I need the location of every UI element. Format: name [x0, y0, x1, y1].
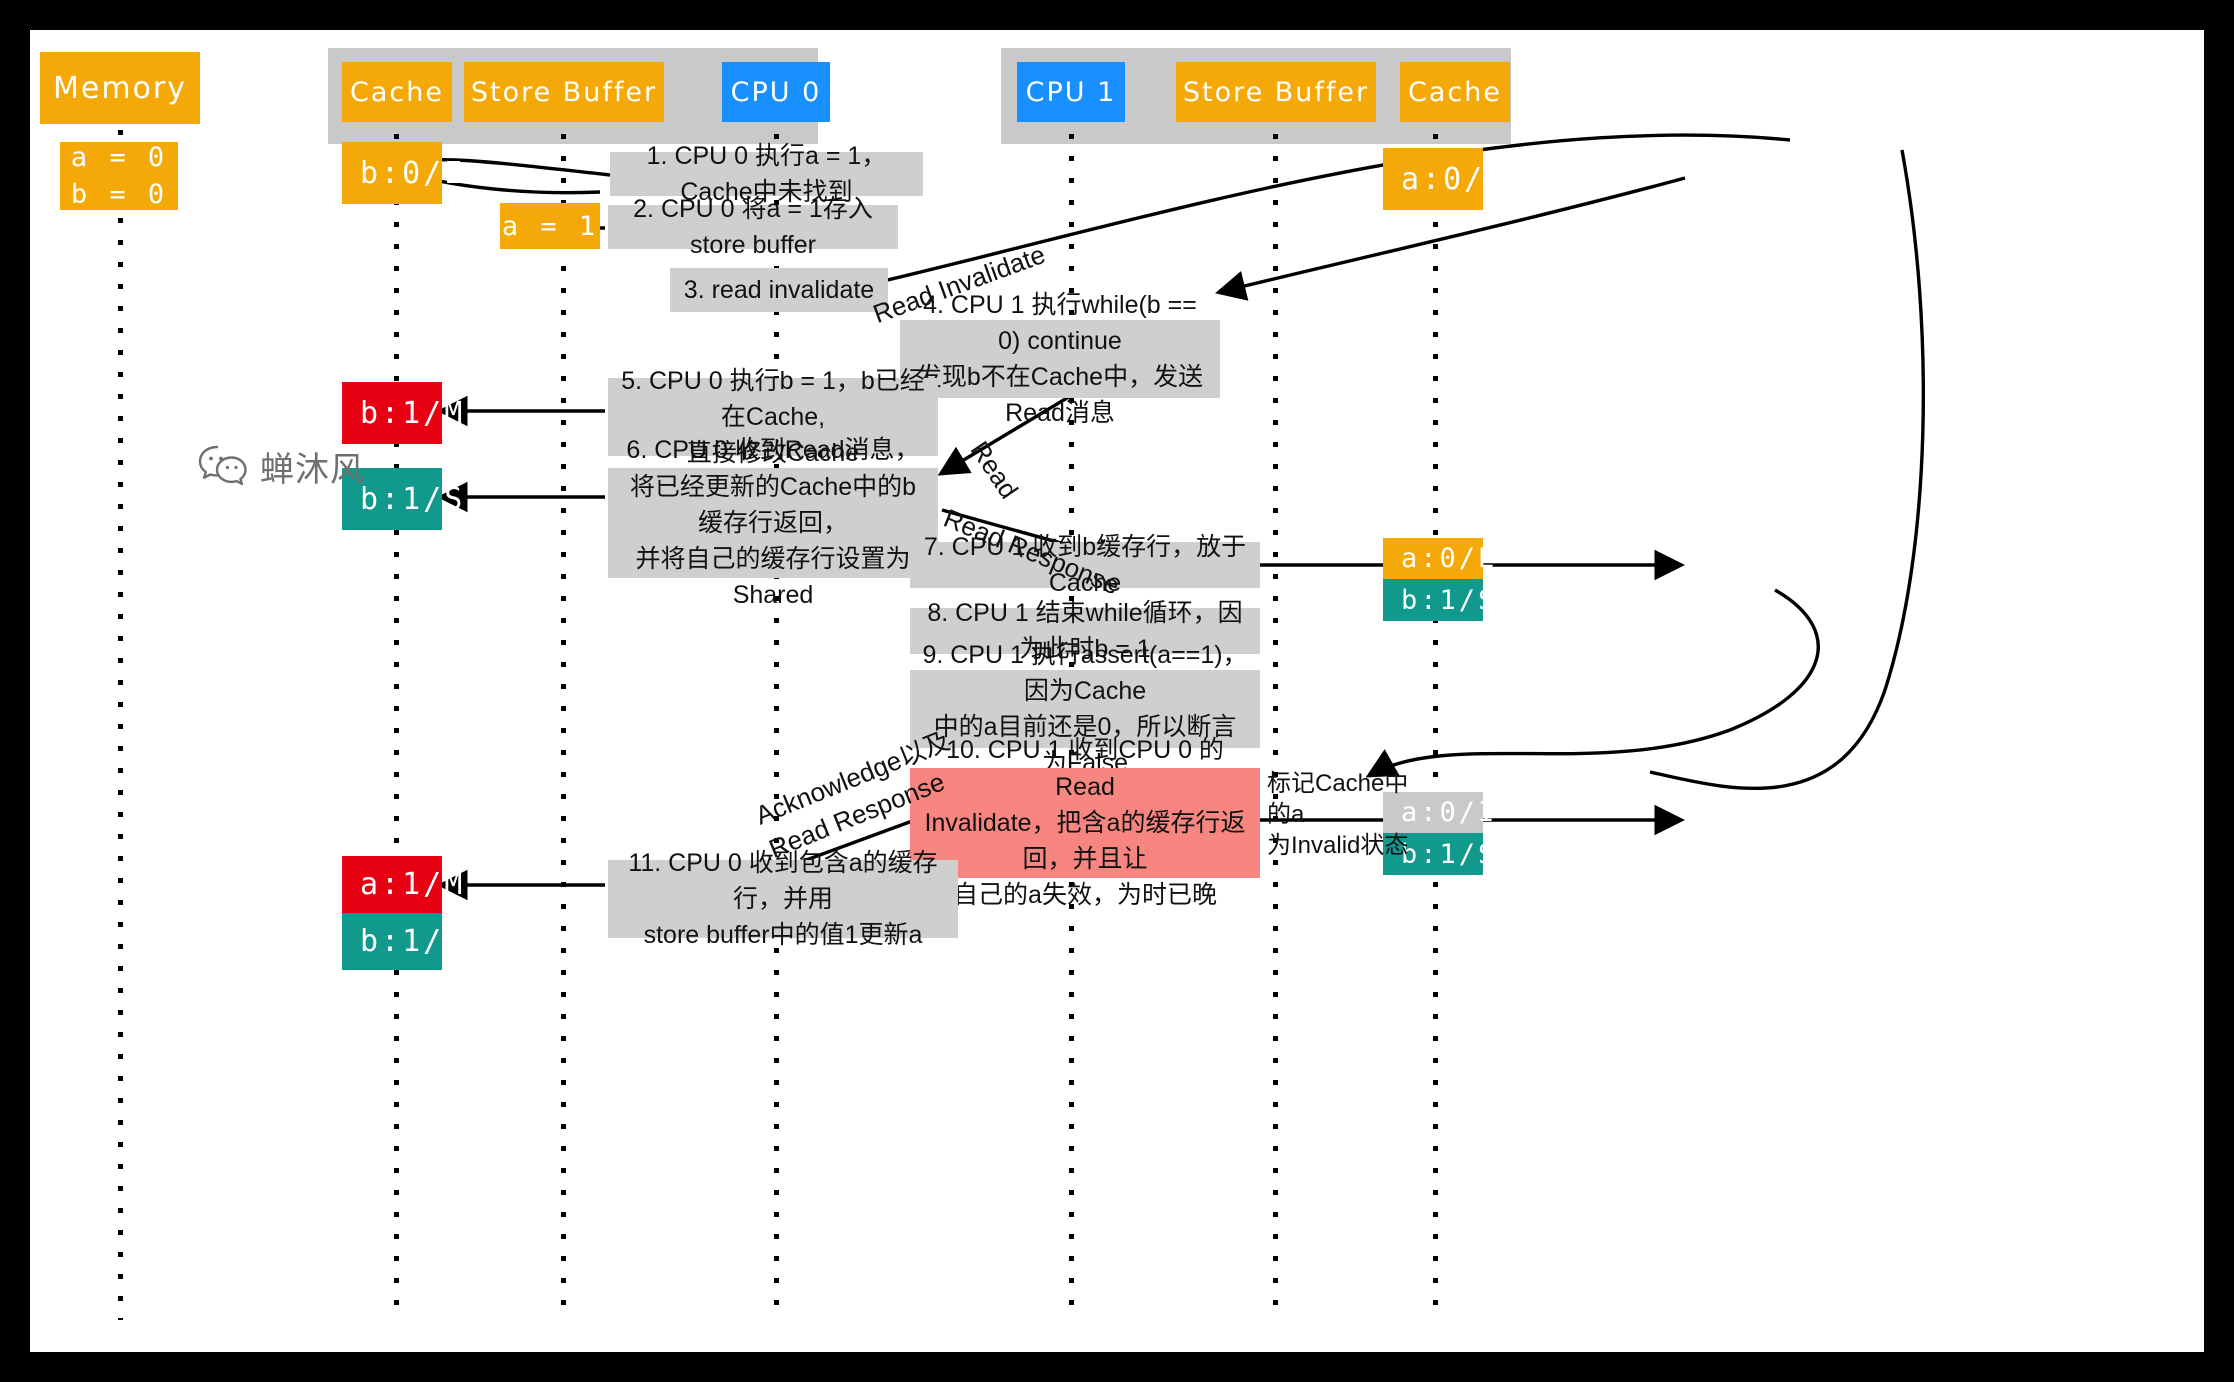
step-note-1: 1. CPU 0 执行a = 1，Cache中未找到: [610, 142, 923, 206]
memory-header: Memory: [40, 52, 200, 124]
cpu1-store-buffer-header: Store Buffer: [1176, 62, 1376, 122]
watermark: 蝉沐风: [198, 442, 365, 491]
step-note-11: 11. CPU 0 收到包含a的缓存行，并用 store buffer中的值1更…: [608, 849, 958, 949]
wechat-icon: [198, 444, 250, 490]
step-note-6: 6. CPU 0 收到Read消息， 将已经更新的Cache中的b缓存行返回， …: [608, 436, 938, 609]
message-label-read: Read: [964, 435, 1025, 504]
cpu0-store-buffer-entry: a = 1: [500, 203, 600, 249]
cpu0-cache-state-3: a:1/M: [342, 856, 462, 913]
memory-value-a: a = 0: [70, 141, 168, 173]
memory-values: a = 0 b = 0: [60, 142, 178, 210]
cpu1-cpu-header: CPU 1: [1017, 62, 1125, 122]
watermark-text: 蝉沐风: [260, 450, 365, 490]
lifeline-memory: [118, 130, 123, 1320]
cpu0-cache-state-4: b:1/S: [342, 913, 462, 970]
cpu1-cache-state-1: a:0/E: [1383, 538, 1494, 579]
cpu1-cache-header: Cache: [1400, 62, 1510, 122]
lifeline-cpu0-cache: [394, 134, 399, 1320]
cpu1-cache-state-2: b:1/S: [1383, 579, 1494, 621]
screenshot-root: Memory a = 0 b = 0 Cache Store Buffer CP…: [0, 0, 2234, 1382]
step-note-2: 2. CPU 0 将a = 1存入store buffer: [608, 195, 898, 259]
step-note-4: 4. CPU 1 执行while(b == 0) continue 发现b不在C…: [900, 291, 1220, 427]
cpu0-cpu-header: CPU 0: [722, 62, 830, 122]
message-label-mark-invalid: 标记Cache中的a 为Invalid状态: [1267, 770, 1409, 860]
arrow-right-edge-curve: [1649, 149, 1926, 790]
cpu0-cache-state-0: b:0/E: [342, 142, 462, 204]
cpu0-cache-header: Cache: [342, 62, 452, 122]
step-note-3: 3. read invalidate: [670, 268, 888, 312]
cpu0-cache-state-1: b:1/M: [342, 382, 462, 444]
cpu1-cache-state-0: a:0/E: [1383, 148, 1503, 210]
lifeline-cpu0-storebuffer: [561, 134, 566, 1320]
diagram-canvas: Memory a = 0 b = 0 Cache Store Buffer CP…: [30, 30, 2204, 1352]
lifeline-cpu1-cache: [1433, 134, 1438, 1320]
memory-value-b: b = 0: [70, 179, 168, 210]
lifeline-cpu1-storebuffer: [1273, 134, 1278, 1320]
arrow-ri-tail: [1790, 132, 1915, 170]
cpu0-store-buffer-header: Store Buffer: [464, 62, 664, 122]
